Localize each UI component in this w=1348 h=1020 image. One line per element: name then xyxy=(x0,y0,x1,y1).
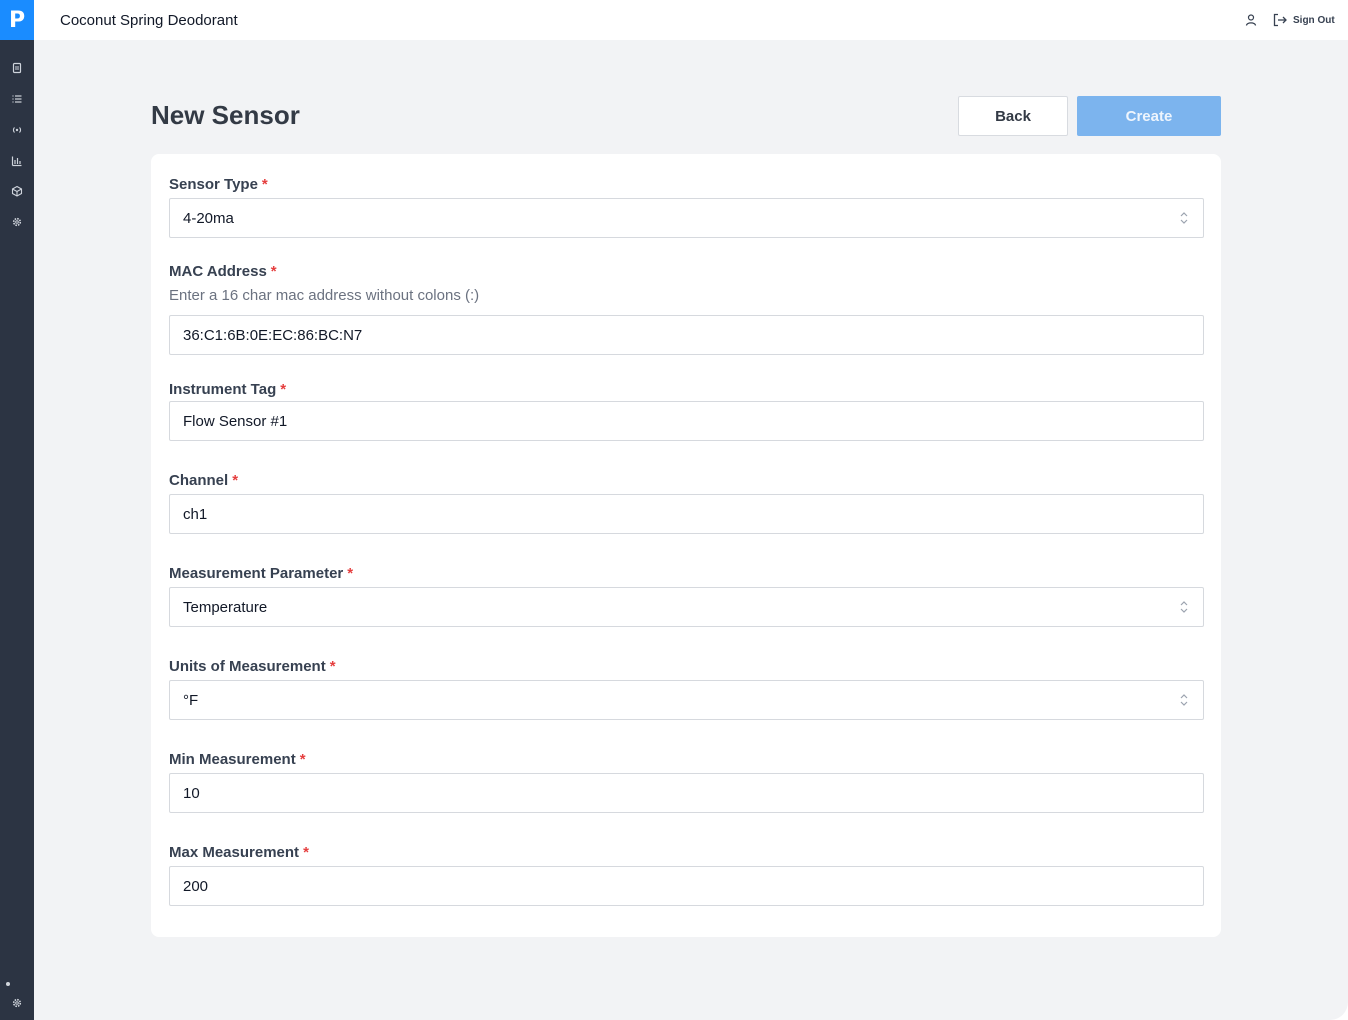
units-label: Units of Measurement * xyxy=(169,658,336,675)
max-measurement-input[interactable]: 200 xyxy=(169,866,1204,906)
back-button[interactable]: Back xyxy=(958,96,1068,136)
max-measurement-label: Max Measurement * xyxy=(169,844,309,861)
instrument-tag-input[interactable]: Flow Sensor #1 xyxy=(169,401,1204,441)
user-icon[interactable] xyxy=(1244,13,1258,27)
mac-address-input[interactable]: 36:C1:6B:0E:EC:86:BC:N7 xyxy=(169,315,1204,355)
create-button[interactable]: Create xyxy=(1077,96,1221,136)
app-logo[interactable]: P xyxy=(0,0,34,40)
app-title: Coconut Spring Deodorant xyxy=(60,12,238,29)
page-title: New Sensor xyxy=(151,100,300,130)
document-icon[interactable] xyxy=(9,60,25,76)
measurement-parameter-label: Measurement Parameter * xyxy=(169,565,354,582)
min-measurement-label: Min Measurement * xyxy=(169,751,306,768)
gear-icon[interactable] xyxy=(9,214,25,230)
sensor-type-label: Sensor Type * xyxy=(169,176,268,193)
channel-input[interactable]: ch1 xyxy=(169,494,1204,534)
bar-chart-icon[interactable] xyxy=(9,153,25,169)
broadcast-icon[interactable] xyxy=(9,122,25,138)
sign-out-icon xyxy=(1273,13,1287,27)
sign-out-button[interactable]: Sign Out xyxy=(1272,12,1335,28)
main-content: New Sensor Back Create Sensor Type * 4-20… xyxy=(34,40,1348,1020)
sensor-type-select[interactable]: 4-20ma xyxy=(169,198,1204,238)
select-chevron-icon xyxy=(1180,694,1188,706)
status-dot xyxy=(6,982,10,986)
select-chevron-icon xyxy=(1180,601,1188,613)
measurement-parameter-select[interactable]: Temperature xyxy=(169,587,1204,627)
mac-address-label: MAC Address * xyxy=(169,263,277,280)
cube-icon[interactable] xyxy=(9,183,25,199)
sensor-form: Sensor Type * 4-20ma MAC Address * Enter a… xyxy=(151,154,1221,937)
units-select[interactable]: °F xyxy=(169,680,1204,720)
channel-label: Channel * xyxy=(169,472,239,489)
min-measurement-input[interactable]: 10 xyxy=(169,773,1204,813)
select-chevron-icon xyxy=(1180,212,1188,224)
instrument-tag-label: Instrument Tag * xyxy=(169,381,287,398)
settings-icon[interactable] xyxy=(9,995,25,1011)
list-icon[interactable] xyxy=(9,91,25,107)
sign-out-label: Sign Out xyxy=(1293,14,1335,26)
sidebar: P xyxy=(0,0,34,1020)
mac-address-hint: Enter a 16 char mac address without colo… xyxy=(169,287,480,304)
top-bar: Coconut Spring Deodorant Sign Out xyxy=(34,0,1348,40)
